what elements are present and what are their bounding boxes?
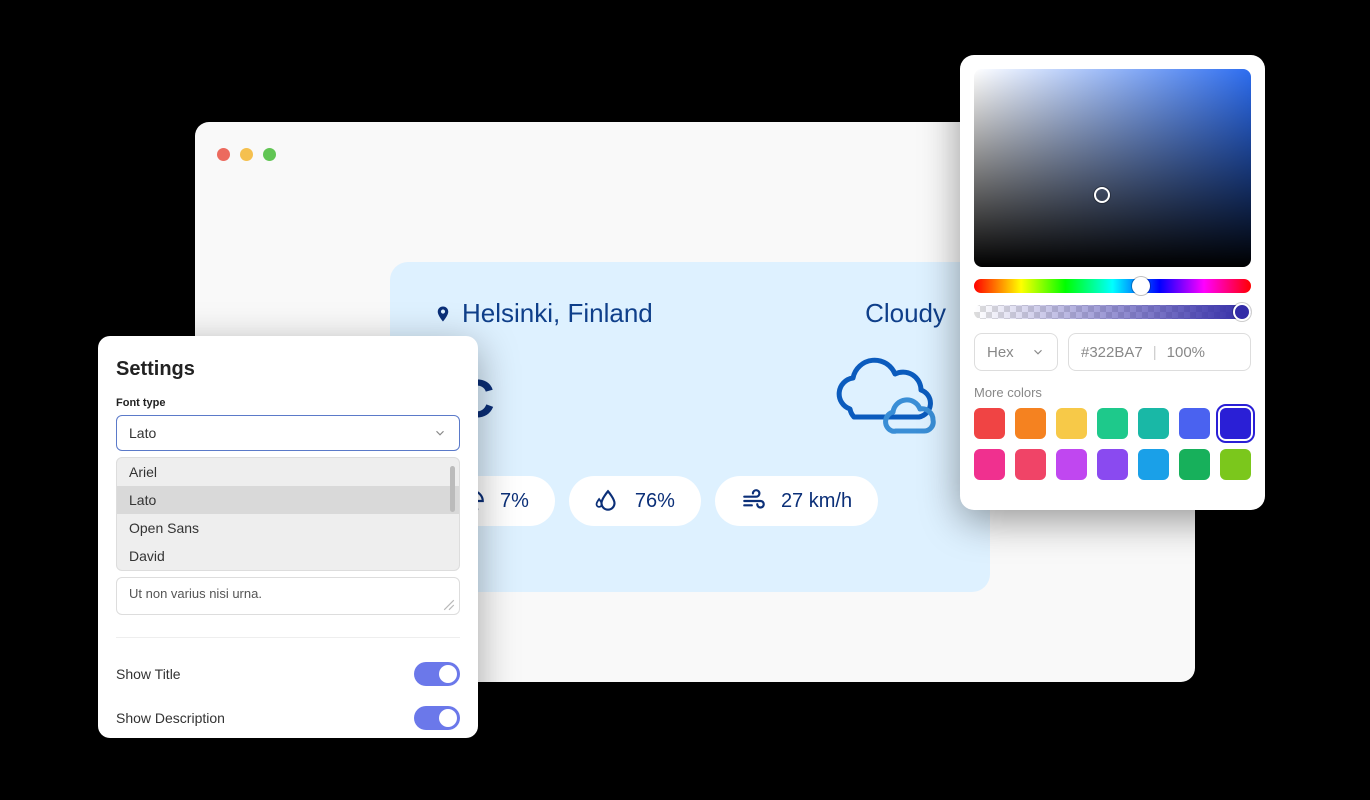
font-option-lato[interactable]: Lato — [117, 486, 459, 514]
font-select-value: Lato — [129, 425, 156, 441]
font-dropdown: Ariel Lato Open Sans David — [116, 457, 460, 571]
window-minimize-button[interactable] — [240, 148, 253, 161]
alpha-handle[interactable] — [1233, 303, 1251, 321]
settings-panel: Settings Font type Lato Ariel Lato Open … — [98, 336, 478, 738]
color-swatch[interactable] — [1138, 408, 1169, 439]
color-format-value: Hex — [987, 344, 1014, 361]
chevron-down-icon — [1031, 345, 1045, 359]
weather-condition: Cloudy — [865, 298, 946, 329]
font-preview-text: Ut non varius nisi urna. — [129, 586, 262, 601]
input-separator: | — [1153, 344, 1157, 361]
location-pin-icon — [434, 303, 452, 325]
color-gradient-area[interactable] — [974, 69, 1251, 267]
color-swatch[interactable] — [1179, 408, 1210, 439]
wind-icon — [741, 488, 767, 514]
hue-handle[interactable] — [1132, 277, 1150, 295]
location-text: Helsinki, Finland — [462, 298, 653, 329]
droplet-icon — [595, 488, 621, 514]
alpha-slider[interactable] — [974, 305, 1251, 319]
color-swatch[interactable] — [1056, 449, 1087, 480]
font-preview-input[interactable]: Ut non varius nisi urna. — [116, 577, 460, 615]
resize-handle-icon[interactable] — [443, 599, 455, 611]
show-title-label: Show Title — [116, 666, 181, 682]
color-swatch[interactable] — [1097, 408, 1128, 439]
window-close-button[interactable] — [217, 148, 230, 161]
color-swatch[interactable] — [1015, 408, 1046, 439]
color-swatch[interactable] — [974, 449, 1005, 480]
humidity-value: 76% — [635, 490, 675, 513]
show-description-label: Show Description — [116, 710, 225, 726]
wind-value: 27 km/h — [781, 490, 852, 513]
swatch-grid — [974, 408, 1251, 480]
settings-title: Settings — [116, 358, 460, 381]
color-picker-panel: Hex #322BA7 | 100% More colors — [960, 55, 1265, 510]
wind-pill: 27 km/h — [715, 476, 878, 526]
gradient-handle[interactable] — [1094, 187, 1110, 203]
show-description-toggle[interactable] — [414, 706, 460, 730]
color-alpha-value: 100% — [1167, 344, 1205, 361]
weather-card: Helsinki, Finland Cloudy °C 7% — [390, 262, 990, 592]
dropdown-scrollbar[interactable] — [450, 466, 455, 512]
color-swatch[interactable] — [1015, 449, 1046, 480]
humidity-pill: 76% — [569, 476, 701, 526]
precip-value: 7% — [500, 490, 529, 513]
color-swatch[interactable] — [974, 408, 1005, 439]
window-maximize-button[interactable] — [263, 148, 276, 161]
more-colors-label: More colors — [974, 385, 1251, 400]
window-traffic-lights — [217, 148, 276, 161]
hue-slider[interactable] — [974, 279, 1251, 293]
weather-location: Helsinki, Finland — [434, 298, 653, 329]
font-select[interactable]: Lato — [116, 415, 460, 451]
color-format-select[interactable]: Hex — [974, 333, 1058, 371]
font-option-ariel[interactable]: Ariel — [117, 458, 459, 486]
font-option-david[interactable]: David — [117, 542, 459, 570]
chevron-down-icon — [433, 426, 447, 440]
cloud-icon — [826, 353, 946, 444]
divider — [116, 637, 460, 638]
color-swatch[interactable] — [1220, 408, 1251, 439]
color-swatch[interactable] — [1056, 408, 1087, 439]
color-swatch[interactable] — [1220, 449, 1251, 480]
font-option-opensans[interactable]: Open Sans — [117, 514, 459, 542]
color-swatch[interactable] — [1097, 449, 1128, 480]
font-type-label: Font type — [116, 397, 460, 409]
color-hex-value: #322BA7 — [1081, 344, 1143, 361]
color-swatch[interactable] — [1138, 449, 1169, 480]
color-value-input[interactable]: #322BA7 | 100% — [1068, 333, 1251, 371]
color-swatch[interactable] — [1179, 449, 1210, 480]
show-title-toggle[interactable] — [414, 662, 460, 686]
